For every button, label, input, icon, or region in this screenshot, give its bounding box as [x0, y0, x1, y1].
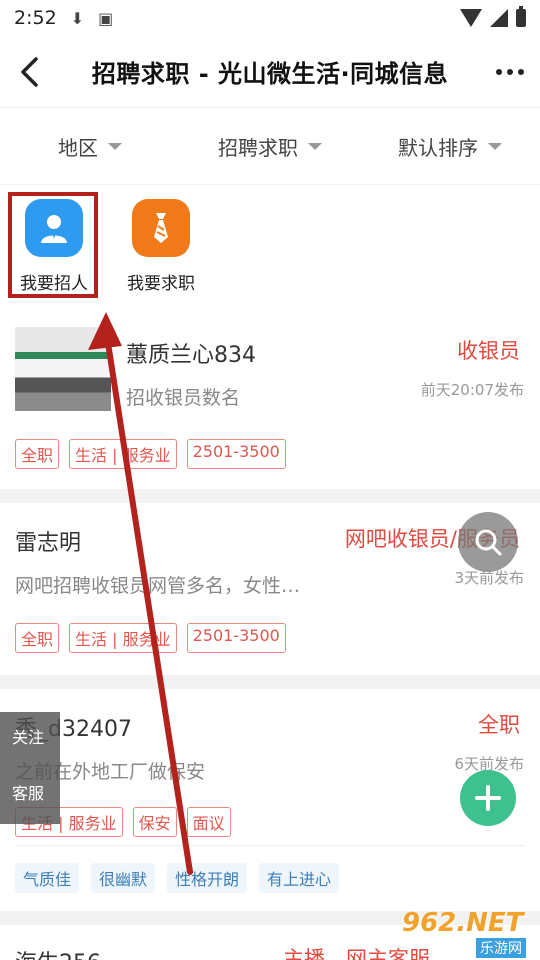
more-button[interactable]: [480, 36, 540, 108]
listing-tag: 2501-3500: [186, 623, 286, 653]
filter-bar: 地区 招聘求职 默认排序: [0, 108, 540, 184]
listing-tag: 全职: [15, 623, 60, 653]
page-title: 招聘求职 - 光山微生活·同城信息: [91, 60, 449, 88]
battery-icon: [516, 6, 526, 27]
caret-down-icon: [488, 142, 502, 150]
status-bar: 2:52 ⬇ ▣: [0, 0, 540, 36]
listing-name: 雷志明: [15, 531, 82, 556]
listing-tag: 面议: [186, 807, 231, 837]
listing-card[interactable]: 秀_d32407 全职 之前在外地工厂做保安 6天前发布 生活 | 服务业 保安…: [0, 689, 540, 911]
listing-card[interactable]: 雷志明 网吧收银员/服务员 网吧招聘收银员网管多名，女性… 3天前发布 全职 生…: [0, 503, 540, 675]
filter-label: 地区: [58, 135, 98, 160]
annotation-highlight-box: [8, 192, 98, 298]
trait-tag: 有上进心: [259, 863, 340, 893]
listing-job: 收银员: [457, 339, 520, 363]
listing-tag: 生活 | 服务业: [69, 439, 177, 469]
notification-icon: ▣: [98, 8, 114, 28]
necktie-icon: [132, 199, 190, 257]
add-post-button[interactable]: [460, 770, 516, 826]
listing-name: 蕙质兰心834: [126, 343, 256, 368]
trait-tag: 很幽默: [91, 863, 156, 893]
follow-service-button[interactable]: 关注 客服: [0, 712, 60, 824]
listing-thumbnail: [15, 327, 111, 411]
listing-tag: 生活 | 服务业: [69, 623, 177, 653]
filter-sort[interactable]: 默认排序: [360, 108, 540, 184]
filter-label: 招聘求职: [218, 135, 298, 160]
listing-job: 全职: [478, 713, 520, 737]
trait-tag: 气质佳: [15, 863, 80, 893]
search-fab-button[interactable]: [458, 512, 518, 572]
listing-time: 前天20:07发布: [420, 381, 524, 399]
listing-name: 海生256: [15, 945, 101, 960]
more-dots-icon: [496, 68, 502, 75]
filter-label: 默认排序: [398, 135, 478, 160]
chevron-left-icon: [21, 56, 38, 87]
back-button[interactable]: [0, 36, 60, 108]
wifi-icon: [460, 9, 482, 27]
card-divider: [15, 845, 525, 846]
title-bar: 招聘求职 - 光山微生活·同城信息: [0, 36, 540, 108]
listing-tag: 2501-3500: [186, 439, 286, 469]
watermark-text: 962.NET: [402, 908, 524, 938]
seek-job-shortcut[interactable]: 我要求职: [116, 199, 206, 294]
listing-tag: 保安: [132, 807, 177, 837]
filter-region[interactable]: 地区: [0, 108, 180, 184]
follow-label: 关注: [12, 728, 45, 747]
caret-down-icon: [108, 142, 122, 150]
signal-icon: [490, 9, 508, 27]
filter-category[interactable]: 招聘求职: [180, 108, 360, 184]
listing-tag: 全职: [15, 439, 60, 469]
service-label: 客服: [12, 784, 45, 803]
shortcut-label: 我要求职: [127, 274, 195, 294]
search-icon: [475, 529, 502, 556]
download-icon: ⬇: [70, 8, 85, 28]
listing-desc: 招收银员数名: [126, 387, 241, 409]
status-time: 2:52: [14, 7, 57, 29]
plus-icon: [475, 785, 501, 811]
listing-desc: 网吧招聘收银员网管多名，女性…: [15, 575, 301, 597]
caret-down-icon: [308, 142, 322, 150]
watermark-subtext: 乐游网: [476, 938, 526, 958]
trait-tag: 性格开朗: [167, 863, 248, 893]
watermark-logo: 962.NET 乐游网: [398, 908, 540, 960]
listing-card[interactable]: 蕙质兰心834 收银员 招收银员数名 前天20:07发布 全职 生活 | 服务业…: [0, 315, 540, 489]
